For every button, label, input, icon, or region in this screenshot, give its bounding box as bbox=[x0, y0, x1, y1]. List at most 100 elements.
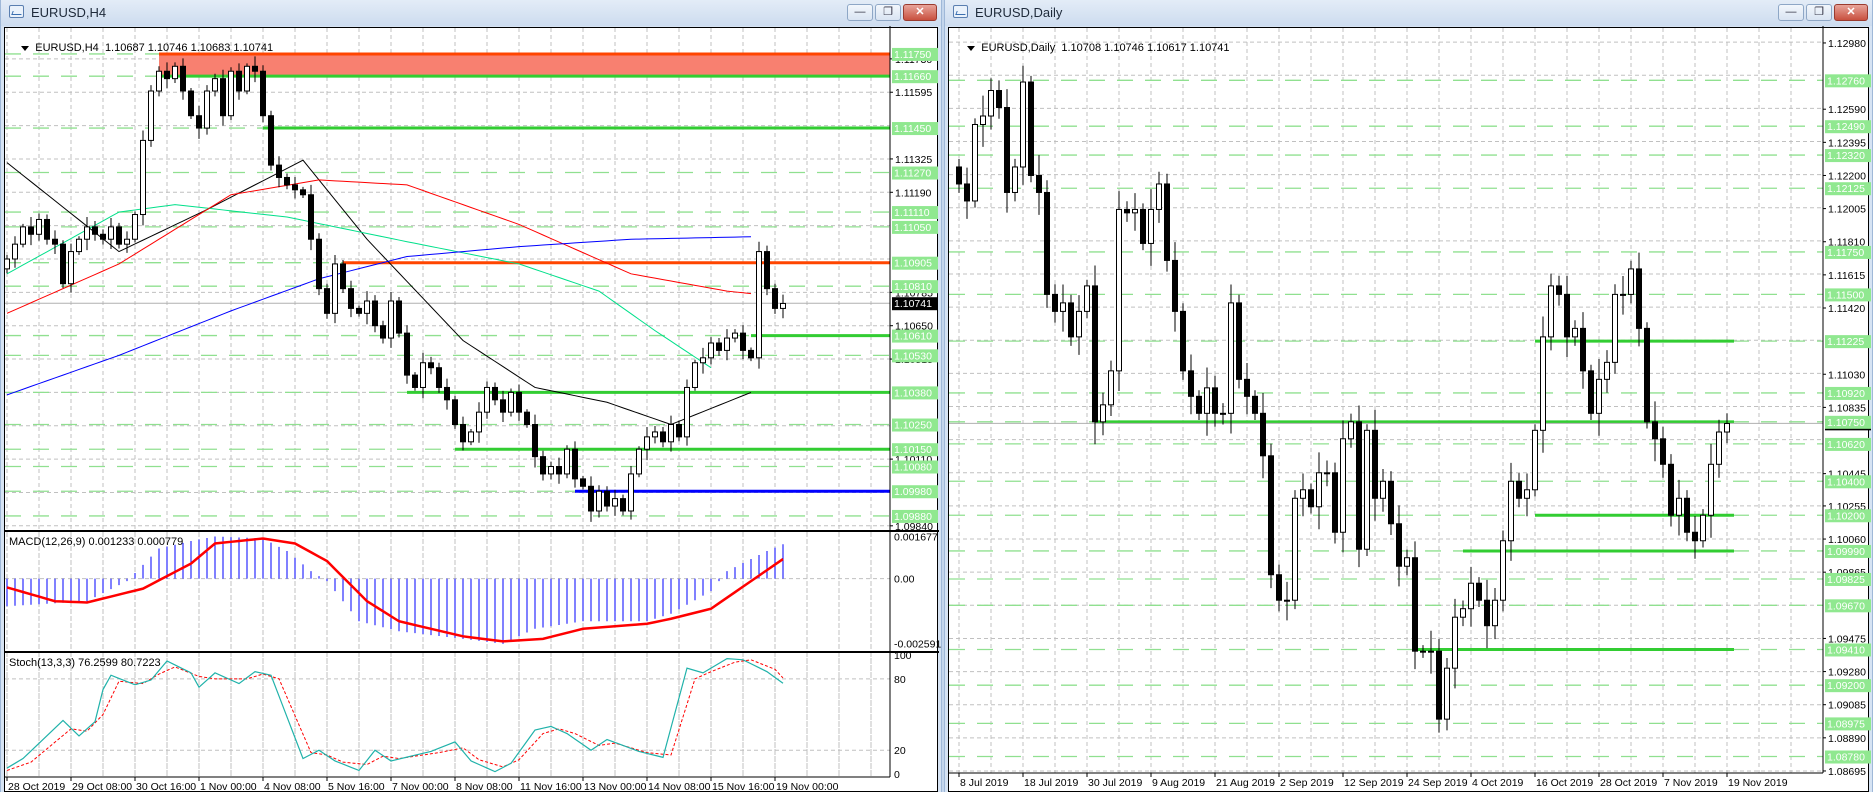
time-axis-label: 28 Oct 2019 bbox=[8, 781, 65, 792]
price-tick-label: 1.11030 bbox=[1828, 369, 1865, 381]
level-price-label: 1.09670 bbox=[1827, 600, 1865, 612]
macd-axis-label: -0.002591 bbox=[894, 639, 941, 651]
candle-bearish bbox=[52, 238, 58, 245]
dropdown-triangle-icon[interactable] bbox=[967, 45, 976, 51]
candle-bullish bbox=[1508, 480, 1514, 542]
candle-bearish bbox=[716, 342, 722, 351]
price-tick-label: 1.11595 bbox=[895, 87, 932, 99]
candle-bullish bbox=[1220, 412, 1226, 415]
candle-bearish bbox=[1668, 463, 1674, 516]
candle-bullish bbox=[1380, 480, 1386, 499]
candle-bullish bbox=[1428, 650, 1434, 653]
candle-bullish bbox=[972, 124, 978, 202]
candle-bullish bbox=[212, 78, 218, 92]
candle-bullish bbox=[172, 65, 178, 80]
candle-bearish bbox=[1028, 81, 1034, 176]
candle-bullish bbox=[132, 214, 138, 240]
candle-bearish bbox=[660, 431, 666, 443]
price-tick-label: 1.12590 bbox=[1828, 104, 1866, 116]
candle-bullish bbox=[596, 490, 602, 512]
candle-bearish bbox=[260, 70, 266, 117]
daily-chart-canvas[interactable]: 1.129801.125901.123951.122001.120051.118… bbox=[945, 0, 1873, 792]
candle-bearish bbox=[412, 374, 418, 388]
candle-bearish bbox=[1516, 480, 1522, 499]
level-price-label: 1.08975 bbox=[1827, 718, 1865, 730]
candle-bearish bbox=[236, 70, 242, 92]
candle-bearish bbox=[340, 263, 346, 290]
candle-bearish bbox=[1556, 285, 1562, 295]
candle-bearish bbox=[772, 288, 778, 309]
candle-bearish bbox=[1044, 191, 1050, 295]
level-price-label: 1.09825 bbox=[1827, 574, 1865, 586]
candle-bullish bbox=[1444, 667, 1450, 720]
candle-bearish bbox=[604, 490, 610, 507]
chart-window-eurusd-h4: EURUSD,H4 — ❐ ✕ 1.117301.115951.113251.1… bbox=[0, 0, 942, 792]
candle-bullish bbox=[156, 70, 162, 92]
candle-bullish bbox=[1524, 489, 1530, 499]
candle-bearish bbox=[996, 90, 1002, 109]
candle-bullish bbox=[1012, 166, 1018, 193]
candle-bearish bbox=[268, 115, 274, 166]
candle-bearish bbox=[1188, 370, 1194, 397]
candle-bullish bbox=[548, 466, 554, 475]
time-axis-label: 21 Aug 2019 bbox=[1216, 777, 1275, 789]
candle-bearish bbox=[1332, 472, 1338, 533]
candle-bullish bbox=[84, 226, 90, 240]
candle-bearish bbox=[1396, 523, 1402, 567]
candle-bearish bbox=[1180, 310, 1186, 372]
candle-bullish bbox=[1300, 489, 1306, 499]
candle-bearish bbox=[60, 243, 66, 285]
candle-bullish bbox=[1404, 557, 1410, 567]
level-price-label: 1.11270 bbox=[894, 168, 931, 180]
time-axis-label: 8 Jul 2019 bbox=[960, 777, 1009, 789]
level-price-label: 1.09980 bbox=[894, 486, 932, 498]
candle-bearish bbox=[620, 498, 626, 512]
candle-bearish bbox=[252, 65, 258, 72]
time-axis-label: 2 Sep 2019 bbox=[1280, 777, 1334, 789]
candle-bullish bbox=[36, 218, 42, 235]
candle-bearish bbox=[524, 411, 530, 426]
candle-bullish bbox=[1076, 310, 1082, 338]
h4-chart-canvas[interactable]: 1.117301.115951.113251.111901.107851.106… bbox=[1, 0, 943, 792]
price-tick-label: 1.08695 bbox=[1828, 766, 1866, 778]
candle-bullish bbox=[1460, 608, 1466, 618]
level-price-label: 1.11110 bbox=[894, 207, 930, 219]
price-tick-label: 1.11190 bbox=[895, 187, 932, 199]
candle-bullish bbox=[1420, 650, 1426, 653]
candle-bearish bbox=[964, 183, 970, 202]
candle-bullish bbox=[484, 386, 490, 413]
time-axis-label: 18 Jul 2019 bbox=[1024, 777, 1078, 789]
time-axis-label: 12 Sep 2019 bbox=[1344, 777, 1404, 789]
candle-bullish bbox=[1500, 540, 1506, 601]
level-price-label: 1.10920 bbox=[1827, 388, 1865, 400]
candle-bullish bbox=[388, 300, 394, 339]
level-price-label: 1.11750 bbox=[894, 49, 931, 61]
candle-bullish bbox=[228, 70, 234, 117]
candle-bearish bbox=[748, 349, 754, 359]
candle-bullish bbox=[1596, 378, 1602, 414]
candle-bullish bbox=[420, 362, 426, 388]
price-tick-label: 1.09085 bbox=[1828, 700, 1866, 712]
chart-symbol: EURUSD,H4 bbox=[35, 42, 99, 54]
candle-bearish bbox=[764, 251, 770, 290]
level-price-label: 1.10150 bbox=[894, 444, 932, 456]
candle-bullish bbox=[4, 258, 10, 270]
candle-bearish bbox=[1636, 268, 1642, 329]
chart-window-eurusd-daily: EURUSD,Daily — ❐ ✕ 1.12980 1.12590 1.12395… bbox=[944, 0, 1873, 792]
time-axis-label: 8 Nov 08:00 bbox=[456, 781, 513, 792]
ma-blue-line bbox=[6, 236, 752, 396]
candle-bearish bbox=[1124, 208, 1130, 214]
candle-bearish bbox=[100, 233, 106, 240]
time-axis-label: 9 Aug 2019 bbox=[1152, 777, 1205, 789]
candle-bullish bbox=[1132, 208, 1138, 214]
candle-bullish bbox=[1116, 208, 1122, 372]
candle-bullish bbox=[724, 337, 730, 351]
level-price-label: 1.11450 bbox=[894, 123, 931, 135]
chart-ohlc: 1.10708 1.10746 1.10617 1.10741 bbox=[1061, 42, 1230, 54]
candle-bearish bbox=[1068, 302, 1074, 338]
level-price-label: 1.11660 bbox=[894, 71, 931, 83]
time-axis-label: 28 Oct 2019 bbox=[1600, 777, 1657, 789]
time-axis-label: 30 Jul 2019 bbox=[1088, 777, 1142, 789]
dropdown-triangle-icon[interactable] bbox=[21, 45, 30, 51]
candle-bullish bbox=[1724, 423, 1730, 433]
